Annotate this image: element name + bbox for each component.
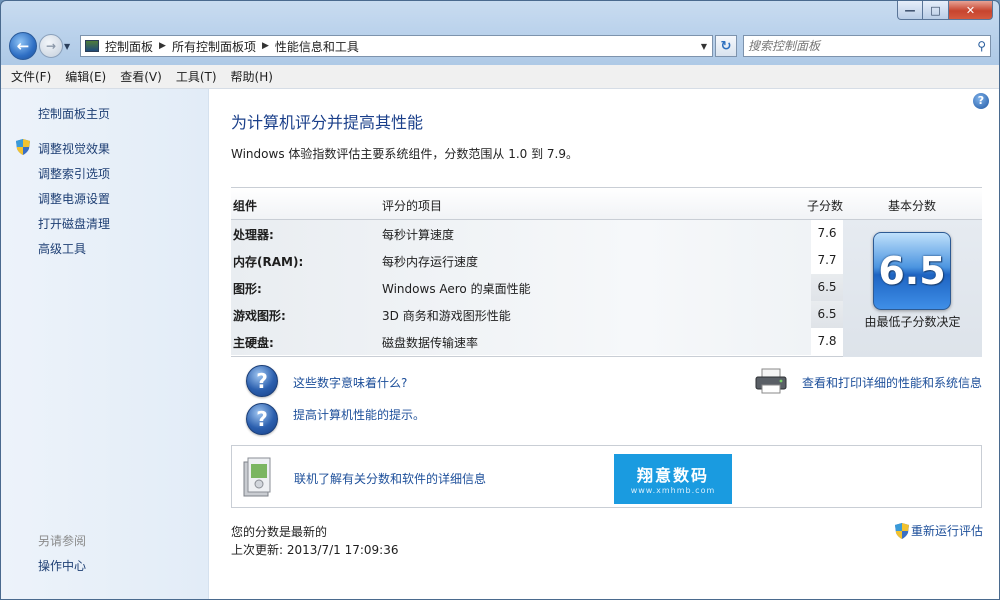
sidebar-link-disk-cleanup[interactable]: 打开磁盘清理	[38, 215, 110, 232]
minimize-button[interactable]: —	[897, 1, 923, 20]
table-row: 处理器: 每秒计算速度	[231, 220, 811, 247]
back-button[interactable]: ←	[9, 32, 37, 60]
row-component: 主硬盘:	[233, 336, 274, 350]
table-header: 组件 评分的项目 子分数 基本分数	[231, 188, 982, 220]
table-row: 图形: Windows Aero 的桌面性能	[231, 274, 811, 301]
base-score-note: 由最低子分数决定	[864, 315, 961, 329]
watermark-logo: 翔意数码 www.xmhmb.com	[614, 454, 732, 504]
score-table: 组件 评分的项目 子分数 基本分数 处理器: 每秒计算速度 7.6 内存(RAM…	[231, 187, 982, 357]
row-subscore: 6.5	[811, 274, 843, 301]
software-box-icon	[243, 457, 271, 497]
row-item: 磁盘数据传输速率	[382, 336, 479, 350]
row-subscore: 7.8	[811, 328, 843, 355]
address-dropdown-icon[interactable]: ▼	[696, 42, 712, 51]
refresh-button[interactable]: ↻	[715, 35, 737, 57]
sidebar-link-power[interactable]: 调整电源设置	[38, 190, 110, 207]
breadcrumb-separator-icon[interactable]: ▶	[159, 41, 166, 51]
history-dropdown-icon[interactable]: ▼	[64, 42, 76, 51]
window: — □ ✕ ← → ▼ 控制面板 ▶ 所有控制面板项 ▶ 性能信息和工具 ▼ ↻…	[0, 0, 1000, 600]
question-icon: ?	[246, 403, 278, 435]
uac-shield-icon	[894, 522, 909, 539]
menu-tools[interactable]: 工具(T)	[176, 68, 217, 85]
row-subscore: 6.5	[811, 301, 843, 328]
forward-button[interactable]: →	[39, 34, 63, 58]
control-panel-icon	[85, 40, 99, 52]
row-item: 3D 商务和游戏图形性能	[382, 309, 511, 323]
row-subscore: 7.7	[811, 247, 843, 274]
table-row: 主硬盘: 磁盘数据传输速率	[231, 328, 811, 355]
maximize-button[interactable]: □	[923, 1, 949, 20]
close-button[interactable]: ✕	[949, 1, 993, 20]
sidebar-link-visual-effects[interactable]: 调整视觉效果	[38, 140, 110, 157]
sidebar: 控制面板主页 调整视觉效果 调整索引选项 调整电源设置 打开磁盘清理 高级工具 …	[1, 89, 209, 599]
base-score-value: 6.5	[878, 249, 946, 293]
main-panel: ? 为计算机评分并提高其性能 Windows 体验指数评估主要系统组件，分数范围…	[209, 89, 999, 599]
watermark-title: 翔意数码	[636, 466, 709, 485]
header-component: 组件	[233, 199, 258, 213]
sidebar-link-action-center[interactable]: 操作中心	[38, 557, 86, 574]
online-info-box: 联机了解有关分数和软件的详细信息 翔意数码 www.xmhmb.com	[231, 445, 982, 508]
breadcrumb-control-panel[interactable]: 控制面板	[105, 38, 153, 55]
printer-icon	[755, 368, 787, 394]
header-subscore: 子分数	[807, 199, 844, 213]
help-icon[interactable]: ?	[973, 93, 989, 109]
caption-buttons: — □ ✕	[897, 1, 993, 20]
row-component: 图形:	[233, 282, 262, 296]
uac-shield-icon	[16, 139, 30, 155]
menu-edit[interactable]: 编辑(E)	[65, 68, 106, 85]
row-component: 处理器:	[233, 228, 274, 242]
search-box[interactable]: ⚲	[743, 35, 991, 57]
watermark-url: www.xmhmb.com	[630, 486, 716, 495]
link-online-info[interactable]: 联机了解有关分数和软件的详细信息	[294, 470, 486, 487]
base-score-badge: 6.5	[873, 232, 951, 310]
navigation-bar: ← → ▼ 控制面板 ▶ 所有控制面板项 ▶ 性能信息和工具 ▼ ↻ ⚲	[9, 31, 991, 61]
sidebar-link-home[interactable]: 控制面板主页	[38, 105, 110, 122]
menu-file[interactable]: 文件(F)	[11, 68, 51, 85]
breadcrumb-performance[interactable]: 性能信息和工具	[275, 38, 359, 55]
score-status: 您的分数是最新的	[231, 525, 328, 539]
link-performance-tips[interactable]: 提高计算机性能的提示。	[293, 406, 425, 423]
table-row: 内存(RAM): 每秒内存运行速度	[231, 247, 811, 274]
rerun-assessment[interactable]: 重新运行评估	[894, 522, 983, 539]
row-item: 每秒计算速度	[382, 228, 455, 242]
header-rated-item: 评分的项目	[382, 199, 443, 213]
content-area: 控制面板主页 调整视觉效果 调整索引选项 调整电源设置 打开磁盘清理 高级工具 …	[1, 89, 999, 599]
search-icon[interactable]: ⚲	[977, 39, 986, 53]
see-also-heading: 另请参阅	[38, 534, 87, 548]
address-bar[interactable]: 控制面板 ▶ 所有控制面板项 ▶ 性能信息和工具 ▼	[80, 35, 713, 57]
menu-help[interactable]: 帮助(H)	[231, 68, 273, 85]
header-base-score: 基本分数	[888, 199, 937, 213]
row-subscore: 7.6	[811, 220, 843, 247]
sidebar-link-advanced-tools[interactable]: 高级工具	[38, 240, 86, 257]
menu-bar: 文件(F) 编辑(E) 查看(V) 工具(T) 帮助(H)	[1, 65, 999, 89]
sidebar-link-indexing[interactable]: 调整索引选项	[38, 165, 110, 182]
row-component: 游戏图形:	[233, 309, 286, 323]
rerun-label[interactable]: 重新运行评估	[911, 522, 983, 539]
search-input[interactable]	[748, 39, 978, 53]
breadcrumb-all-items[interactable]: 所有控制面板项	[172, 38, 256, 55]
link-what-numbers-mean[interactable]: 这些数字意味着什么?	[293, 374, 407, 391]
link-print-details[interactable]: 查看和打印详细的性能和系统信息	[802, 374, 982, 391]
last-update: 上次更新: 2013/7/1 17:09:36	[231, 543, 399, 557]
table-row: 游戏图形: 3D 商务和游戏图形性能	[231, 301, 811, 328]
question-icon: ?	[246, 365, 278, 397]
base-score-cell: 6.5 由最低子分数决定	[843, 220, 982, 357]
row-item: 每秒内存运行速度	[382, 255, 479, 269]
page-title: 为计算机评分并提高其性能	[231, 113, 424, 132]
row-component: 内存(RAM):	[233, 255, 304, 269]
page-subtitle: Windows 体验指数评估主要系统组件，分数范围从 1.0 到 7.9。	[231, 147, 578, 161]
menu-view[interactable]: 查看(V)	[120, 68, 162, 85]
row-item: Windows Aero 的桌面性能	[382, 282, 531, 296]
breadcrumb-separator-icon[interactable]: ▶	[262, 41, 269, 51]
